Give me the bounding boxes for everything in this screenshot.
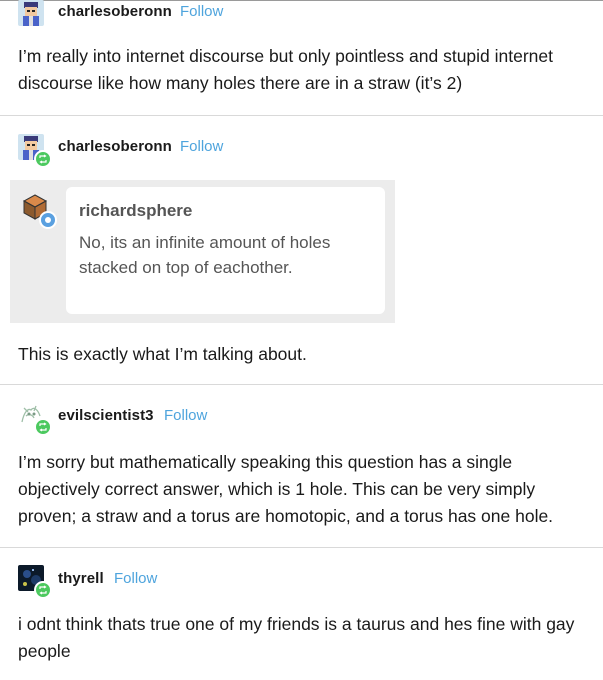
reblog-icon — [34, 581, 52, 599]
post-text: I’m sorry but mathematically speaking th… — [18, 452, 554, 526]
post-divider — [0, 384, 603, 385]
reply-badge-icon — [39, 211, 57, 229]
quoted-text: No, its an infinite amount of holes stac… — [79, 233, 331, 277]
reblog-icon — [34, 150, 52, 168]
post-text: I’m really into internet discourse but o… — [18, 46, 554, 93]
post-username[interactable]: charlesoberonn — [58, 138, 172, 155]
post-divider — [0, 547, 603, 548]
follow-button[interactable]: Follow — [180, 3, 223, 20]
follow-button[interactable]: Follow — [164, 407, 207, 424]
top-border — [0, 0, 603, 1]
post-username[interactable]: evilscientist3 — [58, 407, 154, 424]
follow-button[interactable]: Follow — [180, 138, 223, 155]
pixel-avatar-icon[interactable] — [18, 0, 44, 26]
post-divider — [0, 115, 603, 116]
follow-button[interactable]: Follow — [114, 570, 157, 587]
reblog-icon — [34, 418, 52, 436]
post-username[interactable]: thyrell — [58, 570, 104, 587]
post-text: This is exactly what I’m talking about. — [18, 344, 307, 364]
post-text: i odnt think thats true one of my friend… — [18, 614, 575, 661]
quoted-username[interactable]: richardsphere — [79, 201, 192, 221]
post-username[interactable]: charlesoberonn — [58, 3, 172, 20]
